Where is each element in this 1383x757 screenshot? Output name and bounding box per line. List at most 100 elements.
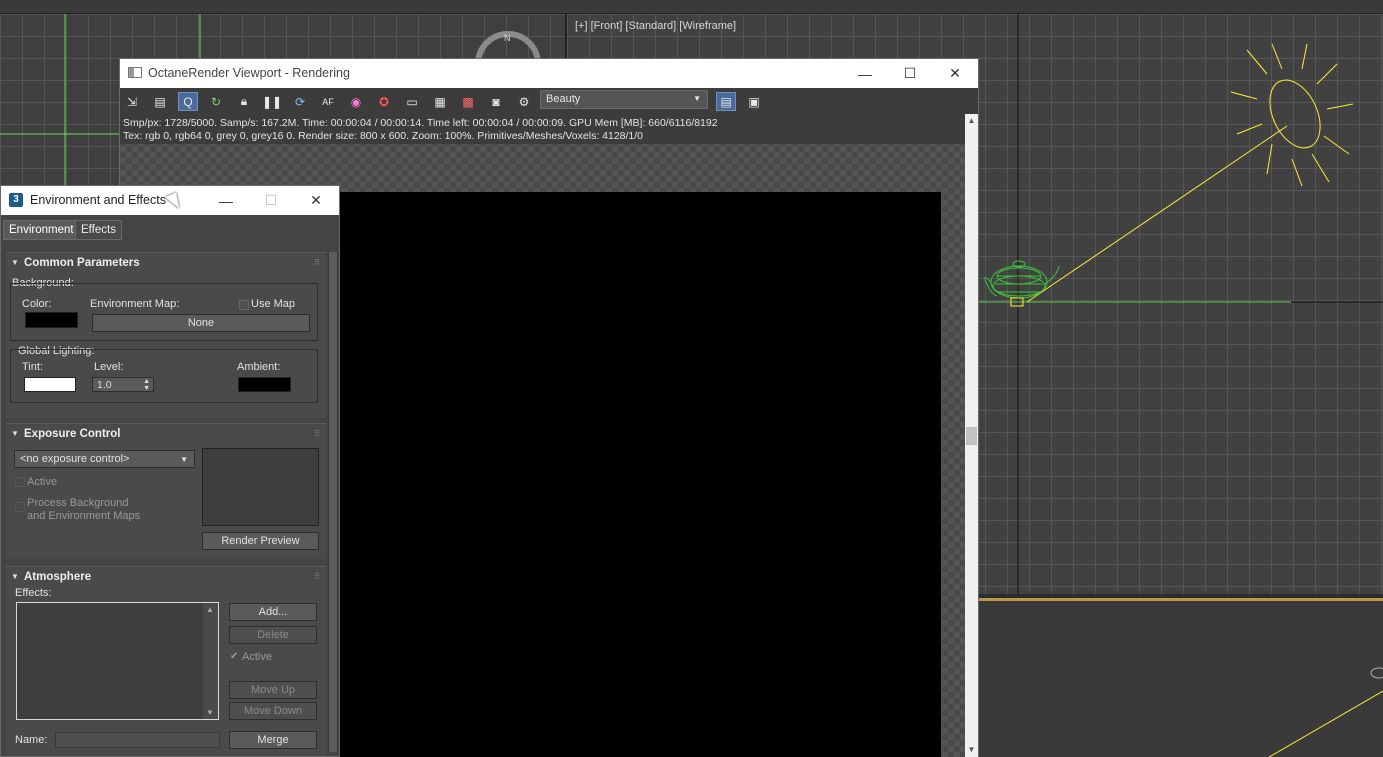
lock-icon[interactable]: 🔒︎ (234, 92, 254, 111)
list-view-icon[interactable]: ▤ (716, 92, 736, 111)
display-icon[interactable]: ▭ (402, 92, 422, 111)
region-icon[interactable]: ✪ (374, 92, 394, 111)
grip-icon: ⠿ (314, 572, 320, 581)
rollout-common-parameters: ▼ Common Parameters ⠿ Background: Color:… (6, 252, 326, 418)
scroll-down-icon[interactable]: ▼ (206, 708, 214, 717)
delete-effect-button[interactable]: Delete (229, 626, 317, 644)
autofocus-icon[interactable]: AF (318, 92, 338, 111)
environment-effects-window[interactable]: 3 Environment and Effects — ☐ ✕ Environm… (0, 185, 340, 757)
render-pass-select[interactable]: Beauty ▼ (540, 90, 708, 109)
grip-icon: ⠿ (314, 429, 320, 438)
rollout-exposure-control: ▼ Exposure Control ⠿ <no exposure contro… (6, 423, 326, 559)
tab-effects[interactable]: Effects (75, 220, 122, 240)
camera-icon[interactable]: ◙ (486, 92, 506, 111)
use-map-label: Use Map (251, 298, 296, 310)
scroll-down-icon[interactable]: ▼ (965, 743, 978, 757)
octane-titlebar[interactable]: OctaneRender Viewport - Rendering — ☐ ✕ (120, 59, 978, 88)
background-color-swatch[interactable] (25, 312, 78, 328)
exposure-preview-box (202, 448, 319, 526)
color-picker-icon[interactable]: ◉ (346, 92, 366, 111)
viewport-perspective[interactable] (979, 598, 1383, 757)
mouse-cursor-icon (165, 192, 183, 212)
maximize-icon[interactable]: ☐ (887, 59, 933, 88)
add-effect-button[interactable]: Add... (229, 603, 317, 621)
env-scroll-thumb[interactable] (329, 252, 337, 752)
collapse-triangle-icon: ▼ (11, 258, 19, 267)
effects-label: Effects: (15, 587, 52, 599)
move-down-button[interactable]: Move Down (229, 702, 317, 720)
tint-label: Tint: (22, 361, 43, 373)
atmosphere-effects-list[interactable]: ▲ ▼ (16, 602, 219, 720)
minimize-icon[interactable]: — (842, 59, 888, 88)
scroll-up-icon[interactable]: ▲ (965, 114, 978, 128)
film-icon[interactable]: ▦ (430, 92, 450, 111)
maximize-icon[interactable]: ☐ (248, 186, 294, 215)
settings-gear-icon[interactable]: ⚙ (514, 92, 534, 111)
clipboard-icon[interactable]: ▤ (150, 92, 170, 111)
scroll-thumb[interactable] (966, 427, 977, 445)
process-env-maps-label: and Environment Maps (27, 510, 141, 522)
ambient-label: Ambient: (237, 361, 281, 373)
tint-color-swatch[interactable] (24, 377, 76, 392)
exposure-control-select[interactable]: <no exposure control> ▼ (14, 450, 195, 468)
render-preview-button[interactable]: Render Preview (202, 532, 319, 550)
rollout-title-exposure: Exposure Control (24, 428, 121, 440)
svg-text:N: N (504, 33, 511, 43)
chevron-down-icon: ▼ (693, 94, 701, 103)
environment-map-label: Environment Map: (90, 298, 180, 310)
env-window-title: Environment and Effects (30, 193, 166, 207)
tab-environment[interactable]: Environment (3, 220, 80, 240)
ambient-color-swatch[interactable] (238, 377, 291, 392)
minimize-icon[interactable]: — (203, 186, 249, 215)
level-label: Level: (94, 361, 124, 373)
render-status: Smp/px: 1728/5000. Samp/s: 167.2M. Time:… (123, 117, 963, 143)
exposure-active-label: Active (27, 476, 57, 488)
grip-icon: ⠿ (314, 258, 320, 267)
exposure-control-value: <no exposure control> (20, 453, 130, 465)
close-icon[interactable]: ✕ (293, 186, 339, 215)
rollout-atmosphere: ▼ Atmosphere ⠿ Effects: ▲ ▼ Add... Delet… (6, 566, 326, 756)
rollout-header-common[interactable]: ▼ Common Parameters ⠿ (6, 253, 326, 273)
spinner-arrows-icon[interactable]: ▲ ▼ (143, 378, 150, 392)
material-icon[interactable]: ▩ (458, 92, 478, 111)
rollout-header-exposure[interactable]: ▼ Exposure Control ⠿ (6, 424, 326, 444)
perspective-viewport-scene (1268, 667, 1383, 757)
image-icon[interactable]: ▣ (744, 92, 764, 111)
env-titlebar[interactable]: 3 Environment and Effects — ☐ ✕ (1, 186, 339, 215)
octane-app-icon (128, 67, 142, 78)
close-icon[interactable]: ✕ (932, 59, 978, 88)
checkmark-icon[interactable]: ✔ (230, 651, 238, 662)
restart-icon[interactable]: ↻ (206, 92, 226, 111)
scroll-up-icon[interactable]: ▲ (206, 605, 214, 614)
rollout-header-atmosphere[interactable]: ▼ Atmosphere ⠿ (6, 567, 326, 587)
name-label: Name: (15, 734, 48, 746)
export-icon[interactable]: ⇲ (122, 92, 142, 111)
rollout-title-common: Common Parameters (24, 257, 140, 269)
atmosphere-active-label: Active (242, 651, 272, 663)
refresh-icon[interactable]: ⟳ (290, 92, 310, 111)
environment-map-button[interactable]: None (92, 314, 310, 332)
status-line-2: Tex: rgb 0, rgb64 0, grey 0, grey16 0. R… (123, 130, 644, 142)
quick-render-icon[interactable]: Q (178, 92, 198, 111)
exposure-active-checkbox[interactable] (15, 477, 25, 487)
level-spinner[interactable]: 1.0 ▲ ▼ (92, 377, 154, 392)
color-label: Color: (22, 298, 52, 310)
max-app-icon: 3 (9, 193, 23, 207)
name-field[interactable] (55, 732, 220, 748)
level-value: 1.0 (97, 379, 112, 391)
use-map-checkbox[interactable] (239, 300, 249, 310)
render-pass-value: Beauty (546, 93, 581, 105)
vertical-scrollbar[interactable]: ▲ ▼ (965, 114, 978, 757)
collapse-triangle-icon: ▼ (11, 572, 19, 581)
max-top-strip (0, 0, 1383, 14)
move-up-button[interactable]: Move Up (229, 681, 317, 699)
process-background-checkbox[interactable] (15, 502, 25, 512)
merge-button[interactable]: Merge (229, 731, 317, 749)
env-scrollbar[interactable] (328, 252, 338, 752)
global-lighting-group (10, 349, 318, 403)
pause-icon[interactable]: ❚❚ (262, 92, 282, 111)
octane-toolbar: ⇲ ▤ Q ↻ 🔒︎ ❚❚ ⟳ AF ◉ ✪ ▭ ▦ ▩ ◙ ⚙ Beauty … (120, 88, 978, 114)
status-line-1: Smp/px: 1728/5000. Samp/s: 167.2M. Time:… (123, 117, 718, 129)
chevron-down-icon: ▼ (180, 455, 188, 464)
list-scrollbar[interactable]: ▲ ▼ (203, 603, 218, 719)
